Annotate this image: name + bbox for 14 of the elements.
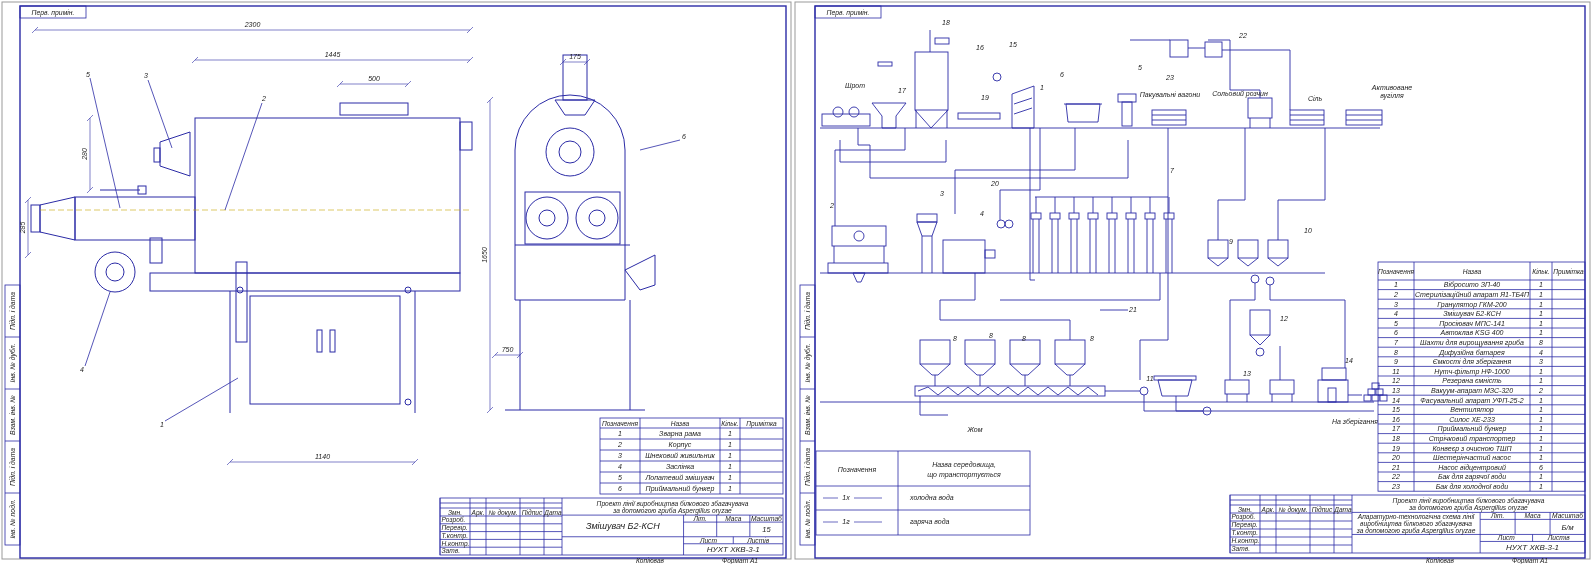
dimension-line xyxy=(24,196,32,259)
stamp-frame xyxy=(19,5,87,19)
pipe-line xyxy=(929,29,931,53)
document-code: НУХТ ХКВ-3-1 xyxy=(706,545,760,555)
stamp-frame xyxy=(814,5,882,19)
leader-line xyxy=(639,139,681,151)
leader-line xyxy=(147,79,173,149)
document-code: НУХТ ХКВ-3-1 xyxy=(1506,543,1560,553)
dimension-line xyxy=(559,58,591,66)
drawing-title: Змішувач Б2-КСН xyxy=(585,521,660,532)
line-type-symbol xyxy=(822,521,883,523)
pipe-line xyxy=(1129,39,1171,41)
line-type-symbol xyxy=(822,497,883,499)
pipe-line xyxy=(1099,309,1129,311)
